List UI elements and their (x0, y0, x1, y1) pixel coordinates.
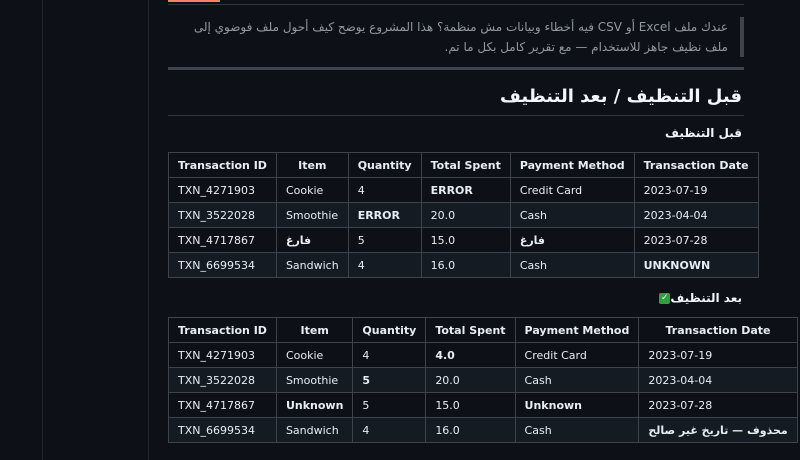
table-cell: Cash (509, 252, 635, 278)
table-cell: Credit Card (509, 177, 635, 203)
after-table: Transaction ID Item Quantity Total Spent… (168, 317, 798, 443)
table-cell: 20.0 (425, 367, 516, 393)
table-cell: Cookie (275, 342, 354, 368)
section-title: قبل التنظيف / بعد التنظيف (499, 86, 742, 107)
table-cell: 4 (352, 342, 427, 368)
table-row: TXN_4717867 Unknown 5 15.0 Unknown 2023-… (168, 392, 798, 418)
table-cell: TXN_3522028 (168, 202, 277, 228)
header-cell: Payment Method (509, 152, 635, 178)
table-cell: 15.0 (425, 392, 516, 418)
table-cell: 16.0 (425, 417, 516, 443)
header-cell: Quantity (347, 152, 422, 178)
horizontal-rule (168, 67, 744, 70)
table-cell: UNKNOWN (633, 252, 759, 278)
table-cell: 5 (347, 227, 422, 253)
table-cell: 4 (347, 177, 422, 203)
table-cell: Cash (514, 417, 640, 443)
table-cell: TXN_4271903 (168, 342, 277, 368)
check-icon: ✓ (659, 293, 671, 304)
table-cell: 4 (347, 252, 422, 278)
header-cell: Item (275, 317, 354, 343)
table-row: TXN_6699534 Sandwich 4 16.0 Cash UNKNOWN (168, 252, 759, 278)
table-row: TXN_3522028 Smoothie ERROR 20.0 Cash 202… (168, 202, 759, 228)
header-cell: Quantity (352, 317, 427, 343)
table-cell: 16.0 (420, 252, 511, 278)
table-cell: TXN_6699534 (168, 252, 277, 278)
table-header-row: Transaction ID Item Quantity Total Spent… (168, 317, 798, 343)
table-cell: TXN_4271903 (168, 177, 277, 203)
table-cell: 15.0 (420, 227, 511, 253)
table-cell: Smoothie (275, 202, 349, 228)
header-cell: Payment Method (514, 317, 640, 343)
table-cell: محذوف — تاريخ غير صالح (638, 417, 798, 443)
table-cell: 2023-04-04 (638, 367, 798, 393)
intro-blockquote: عندك ملف Excel أو CSV فيه أخطاء وبيانات … (168, 17, 744, 57)
top-divider (168, 4, 744, 5)
header-cell: Transaction Date (633, 152, 759, 178)
table-cell: TXN_6699534 (168, 417, 277, 443)
table-cell: ERROR (420, 177, 511, 203)
table-cell: 20.0 (420, 202, 511, 228)
table-cell: Sandwich (275, 417, 354, 443)
table-cell: 5 (352, 367, 427, 393)
table-cell: Unknown (275, 392, 354, 418)
table-cell: Credit Card (514, 342, 640, 368)
table-row: TXN_4717867 فارغ 5 15.0 فارغ 2023-07-28 (168, 227, 759, 253)
header-cell: Total Spent (420, 152, 511, 178)
table-cell: 2023-07-19 (638, 342, 798, 368)
table-cell: Cookie (275, 177, 349, 203)
table-row: TXN_3522028 Smoothie 5 20.0 Cash 2023-04… (168, 367, 798, 393)
table-cell: 5 (352, 392, 427, 418)
table-cell: 2023-04-04 (633, 202, 759, 228)
section-title-underline (168, 115, 744, 116)
active-tab-indicator (168, 0, 220, 2)
before-label: قبل التنظيف (665, 126, 742, 140)
table-cell: TXN_4717867 (168, 227, 277, 253)
table-cell: Sandwich (275, 252, 349, 278)
after-label-text: بعد التنظيف (670, 291, 742, 305)
before-table: Transaction ID Item Quantity Total Spent… (168, 152, 759, 278)
header-cell: Transaction ID (168, 152, 277, 178)
table-cell: فارغ (509, 227, 635, 253)
table-cell: Cash (514, 367, 640, 393)
table-cell: TXN_3522028 (168, 367, 277, 393)
sidebar-divider (42, 0, 43, 460)
table-row: TXN_4271903 Cookie 4 4.0 Credit Card 202… (168, 342, 798, 368)
table-cell: Unknown (514, 392, 640, 418)
table-cell: Cash (509, 202, 635, 228)
table-cell: ERROR (347, 202, 422, 228)
table-cell: Smoothie (275, 367, 354, 393)
header-cell: Transaction Date (638, 317, 798, 343)
table-row: TXN_6699534 Sandwich 4 16.0 Cash محذوف —… (168, 417, 798, 443)
table-cell: 4.0 (425, 342, 516, 368)
table-cell: 2023-07-19 (633, 177, 759, 203)
table-cell: 4 (352, 417, 427, 443)
header-cell: Transaction ID (168, 317, 277, 343)
table-cell: 2023-07-28 (638, 392, 798, 418)
header-cell: Total Spent (425, 317, 516, 343)
header-cell: Item (275, 152, 349, 178)
table-cell: 2023-07-28 (633, 227, 759, 253)
table-cell: TXN_4717867 (168, 392, 277, 418)
table-row: TXN_4271903 Cookie 4 ERROR Credit Card 2… (168, 177, 759, 203)
table-cell: فارغ (275, 227, 349, 253)
after-label: بعد التنظيف✓ (654, 291, 742, 305)
table-header-row: Transaction ID Item Quantity Total Spent… (168, 152, 759, 178)
